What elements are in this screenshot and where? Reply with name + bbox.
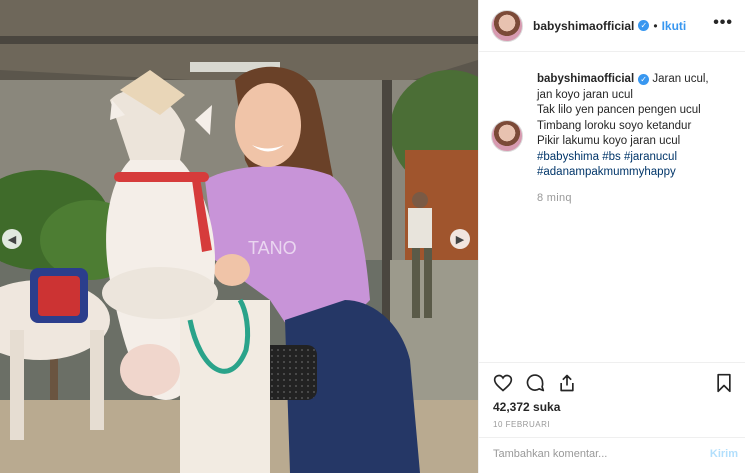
- chevron-right-icon[interactable]: ▶: [450, 229, 470, 249]
- post-time: 8 minq: [537, 191, 572, 204]
- comment-input[interactable]: [493, 448, 693, 460]
- likes-count[interactable]: 42,372 suka: [493, 400, 560, 414]
- caption-text: babyshimaofficial ✓ Jaran ucul, jan koyo …: [537, 72, 709, 206]
- hashtag-link[interactable]: #adanampakmummyhappy: [537, 165, 709, 181]
- caption-line: jan koyo jaran ucul: [537, 88, 633, 101]
- shirt-print: TANO: [248, 238, 297, 258]
- verified-icon: ✓: [638, 74, 650, 86]
- separator-dot: •: [653, 18, 658, 33]
- username-link[interactable]: babyshimaofficial: [533, 19, 634, 33]
- caption-line: Pikir lakumu koyo jaran ucul: [537, 135, 681, 147]
- caption-line: Timbang loroku soyo ketandur: [537, 119, 692, 132]
- caption-block: babyshimaofficial ✓ Jaran ucul, jan koyo …: [491, 72, 709, 206]
- post-date: 10 FEBRUARI: [493, 420, 551, 429]
- post-sidebar: babyshimaofficial ✓ • Ikuti ••• babyshim…: [478, 0, 745, 473]
- follow-button[interactable]: Ikuti: [662, 19, 687, 33]
- caption-line: Jaran ucul,: [652, 73, 709, 85]
- caption-line: Tak lilo yen pancen pengen ucul: [537, 104, 701, 116]
- bookmark-icon[interactable]: [714, 373, 734, 393]
- verified-icon: ✓: [638, 20, 650, 31]
- hashtag-links[interactable]: #babyshima #bs #jaranucul: [537, 150, 709, 166]
- more-options-icon[interactable]: •••: [713, 14, 733, 32]
- actions-section: 42,372 suka 10 FEBRUARI Kirim: [479, 362, 745, 473]
- post-photo[interactable]: TANO ◀ ▶: [0, 0, 478, 473]
- comment-bar: Kirim: [479, 437, 745, 473]
- caption-username-link[interactable]: babyshimaofficial: [537, 73, 634, 85]
- post-header: babyshimaofficial ✓ • Ikuti •••: [479, 0, 745, 52]
- caption-avatar[interactable]: [491, 120, 523, 152]
- avatar[interactable]: [491, 9, 523, 42]
- action-icons: [493, 373, 734, 395]
- photo-illustration: TANO: [0, 0, 478, 473]
- chevron-left-icon[interactable]: ◀: [2, 229, 22, 249]
- share-icon[interactable]: [557, 373, 577, 393]
- send-button[interactable]: Kirim: [710, 448, 738, 460]
- heart-icon[interactable]: [493, 373, 513, 393]
- comment-icon[interactable]: [525, 373, 545, 393]
